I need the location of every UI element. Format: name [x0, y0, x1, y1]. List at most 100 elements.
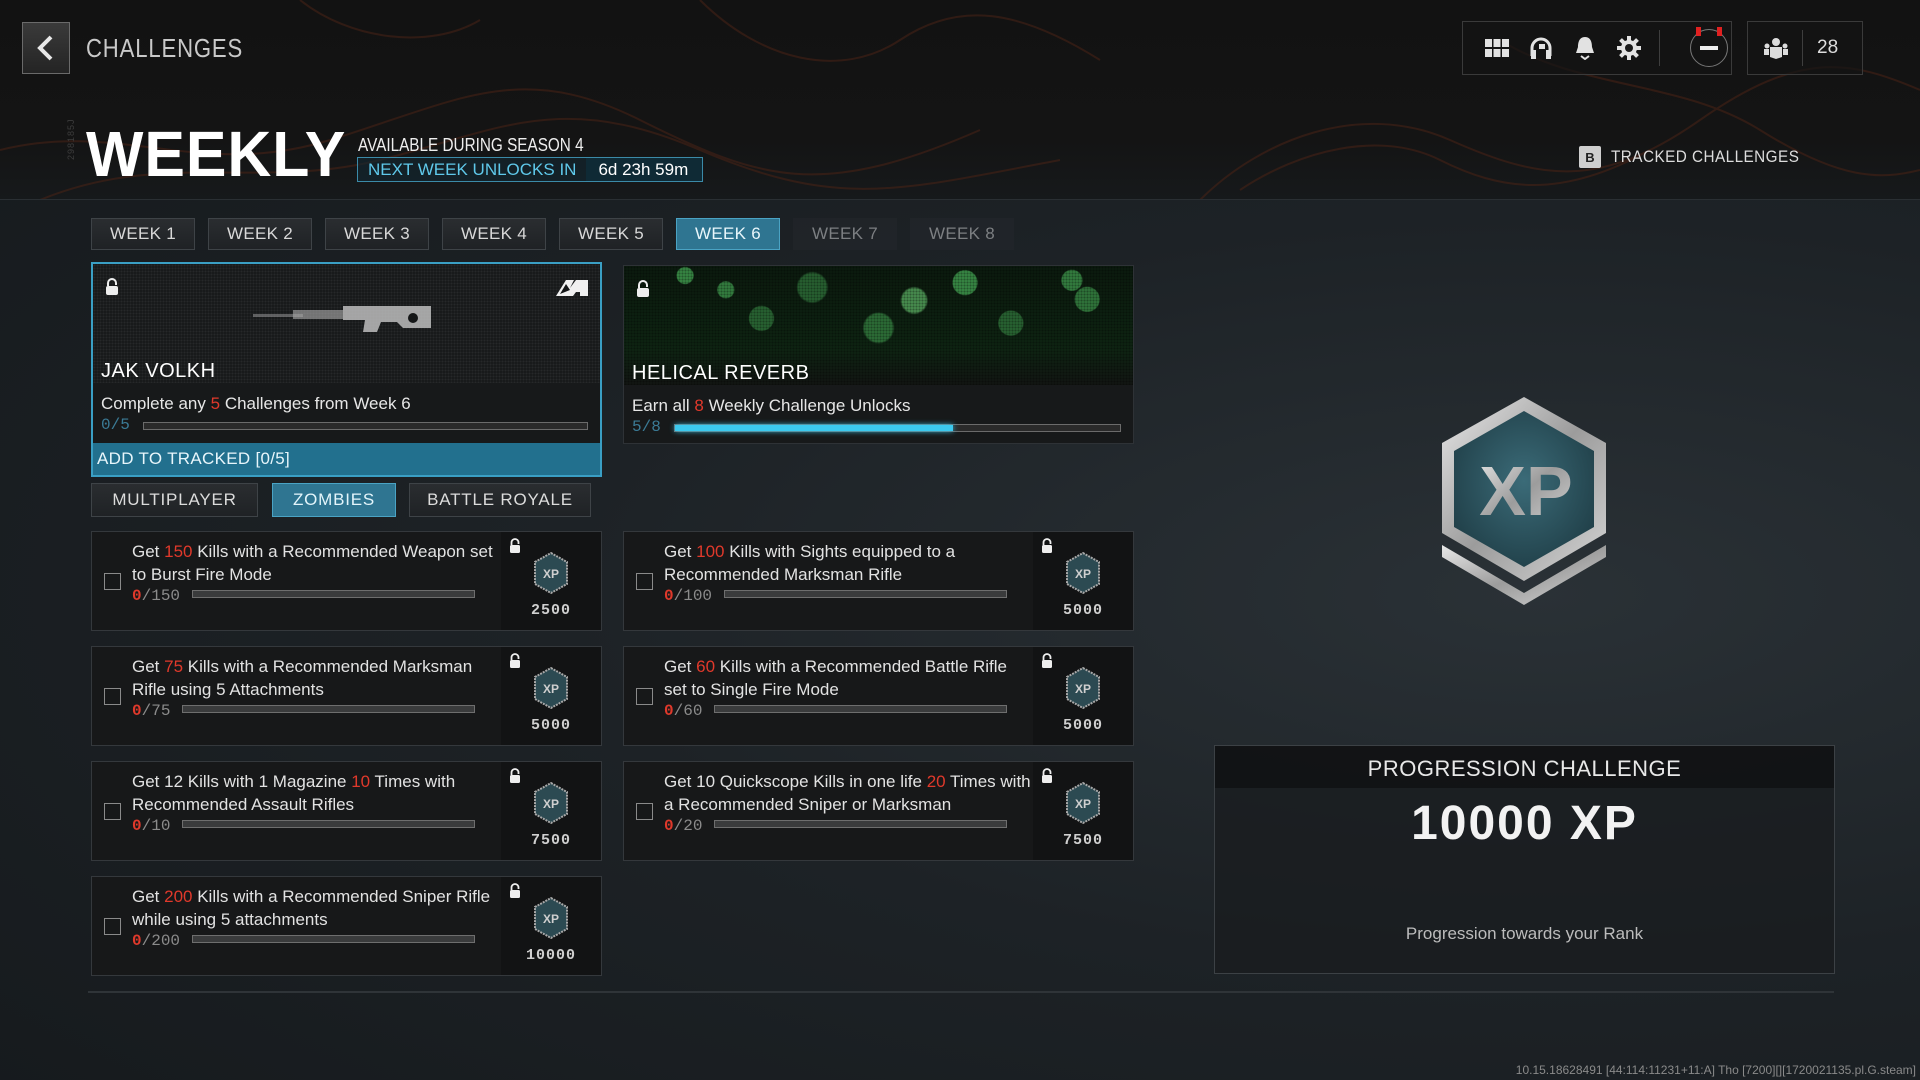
progress-total: /60: [673, 702, 703, 720]
tracked-challenges-button[interactable]: B TRACKED CHALLENGES: [1579, 146, 1820, 168]
xp-reward-badge-icon: XP: [1442, 397, 1606, 605]
challenge-description: Get 75 Kills with a Recommended Marksman…: [132, 655, 502, 701]
desc-number: 8: [694, 396, 704, 415]
timer-value: 6d 23h 59m: [586, 158, 703, 181]
add-to-tracked-button[interactable]: ADD TO TRACKED [0/5]: [93, 443, 600, 475]
track-checkbox[interactable]: [104, 803, 121, 820]
header-title: CHALLENGES: [86, 33, 244, 63]
track-checkbox[interactable]: [636, 803, 653, 820]
status-ear-right: [1717, 27, 1722, 36]
back-button[interactable]: [22, 22, 70, 74]
desc-text: Kills with a Recommended Marksman Rifle …: [132, 657, 473, 699]
track-checkbox[interactable]: [636, 573, 653, 590]
serial-code: 298185J: [66, 118, 76, 160]
challenge-progress-bar: [182, 705, 475, 713]
progression-title: PROGRESSION CHALLENGE: [1215, 746, 1834, 788]
challenge-row[interactable]: Get 150 Kills with a Recommended Weapon …: [91, 531, 602, 631]
challenge-row[interactable]: Get 200 Kills with a Recommended Sniper …: [91, 876, 602, 976]
svg-text:XP: XP: [1075, 797, 1091, 811]
desc-text: Get: [664, 542, 697, 561]
track-checkbox[interactable]: [104, 918, 121, 935]
party-button[interactable]: 28: [1747, 21, 1863, 75]
unlock-icon: [637, 280, 649, 297]
challenge-reward: XP 5000: [1033, 532, 1133, 630]
reward-card-jak-volkh[interactable]: JAK VOLKH Complete any 5 Challenges from…: [91, 262, 602, 477]
tab-week-3[interactable]: WEEK 3: [325, 218, 429, 250]
xp-reward-value: 5000: [1062, 602, 1103, 619]
unlock-icon: [510, 538, 520, 553]
track-checkbox[interactable]: [104, 688, 121, 705]
tab-week-8[interactable]: WEEK 8: [910, 218, 1014, 250]
audio-button[interactable]: [1519, 26, 1563, 70]
track-checkbox[interactable]: [104, 573, 121, 590]
challenge-description: Get 200 Kills with a Recommended Sniper …: [132, 885, 502, 931]
reward-description: Earn all 8 Weekly Challenge Unlocks: [632, 396, 910, 416]
tab-zombies[interactable]: ZOMBIES: [272, 483, 396, 517]
desc-number: 200: [164, 887, 193, 906]
challenge-row[interactable]: Get 100 Kills with Sights equipped to a …: [623, 531, 1134, 631]
settings-button[interactable]: [1607, 26, 1651, 70]
tab-week-2[interactable]: WEEK 2: [208, 218, 312, 250]
party-icon-wrap: [1754, 26, 1798, 70]
party-members-icon: [1764, 38, 1788, 59]
track-checkbox[interactable]: [636, 688, 653, 705]
xp-reward-value: 10000: [525, 947, 576, 964]
brand-logo-icon: [556, 280, 588, 296]
desc-text: Get: [132, 657, 165, 676]
tab-week-4[interactable]: WEEK 4: [442, 218, 546, 250]
svg-text:XP: XP: [543, 682, 559, 696]
challenge-progress-text: 0/100: [664, 587, 712, 605]
challenge-reward: XP 10000: [501, 877, 601, 975]
challenge-reward: XP 7500: [1033, 762, 1133, 860]
build-version: 10.15.18628491 [44:114:11231+11:A] Tho […: [1515, 1063, 1916, 1077]
challenge-progress-text: 0/10: [132, 817, 170, 835]
svg-text:XP: XP: [543, 797, 559, 811]
badge-text: XP: [1479, 452, 1572, 530]
party-count: 28: [1817, 37, 1839, 58]
notifications-button[interactable]: [1563, 26, 1607, 70]
progress-current: 0: [132, 702, 142, 720]
progress-total: /75: [141, 702, 171, 720]
player-status-button[interactable]: [1690, 27, 1728, 67]
desc-text: Kills with a Recommended Battle Rifle se…: [664, 657, 1008, 699]
tab-multiplayer[interactable]: MULTIPLAYER: [91, 483, 258, 517]
xp-badge-icon: XP: [1066, 667, 1100, 709]
svg-text:XP: XP: [543, 912, 559, 926]
challenge-row[interactable]: Get 75 Kills with a Recommended Marksman…: [91, 646, 602, 746]
reward-card-helical-reverb[interactable]: HELICAL REVERB Earn all 8 Weekly Challen…: [623, 265, 1134, 444]
status-ear-left: [1696, 27, 1701, 36]
challenge-progress-text: 0/20: [664, 817, 702, 835]
xp-reward-value: 2500: [530, 602, 571, 619]
challenge-row[interactable]: Get 60 Kills with a Recommended Battle R…: [623, 646, 1134, 746]
challenge-progress-text: 0/150: [132, 587, 180, 605]
svg-text:XP: XP: [1075, 567, 1091, 581]
menu-grid-button[interactable]: [1475, 26, 1519, 70]
unlock-icon: [510, 653, 520, 668]
challenge-description: Get 12 Kills with 1 Magazine 10 Times wi…: [132, 770, 502, 816]
desc-text: Complete any: [101, 394, 211, 413]
tab-week-7[interactable]: WEEK 7: [793, 218, 897, 250]
tab-week-1[interactable]: WEEK 1: [91, 218, 195, 250]
desc-text: Get: [132, 542, 165, 561]
weapon-silhouette-icon: [253, 306, 431, 332]
reward-name: JAK VOLKH: [101, 360, 216, 382]
progress-current: 0: [664, 817, 674, 835]
desc-number: 100: [696, 542, 725, 561]
tab-week-6[interactable]: WEEK 6: [676, 218, 780, 250]
challenge-reward: XP 5000: [501, 647, 601, 745]
timer-label: NEXT WEEK UNLOCKS IN: [368, 160, 577, 179]
progress-current: 0: [664, 702, 674, 720]
tab-week-5[interactable]: WEEK 5: [559, 218, 663, 250]
page-title: WEEKLY: [86, 118, 347, 190]
svg-text:XP: XP: [1075, 682, 1091, 696]
desc-number: 10: [351, 772, 371, 791]
progress-current: 0: [132, 587, 142, 605]
xp-badge-icon: XP: [1066, 552, 1100, 594]
xp-reward-value: 5000: [1062, 717, 1103, 734]
week-unlock-timer: NEXT WEEK UNLOCKS IN 6d 23h 59m: [357, 157, 704, 182]
challenge-row[interactable]: Get 10 Quickscope Kills in one life 20 T…: [623, 761, 1134, 861]
tab-battle-royale[interactable]: BATTLE ROYALE: [409, 483, 591, 517]
challenge-row[interactable]: Get 12 Kills with 1 Magazine 10 Times wi…: [91, 761, 602, 861]
xp-badge-icon: XP: [1066, 782, 1100, 824]
reward-description: Complete any 5 Challenges from Week 6: [101, 394, 411, 414]
